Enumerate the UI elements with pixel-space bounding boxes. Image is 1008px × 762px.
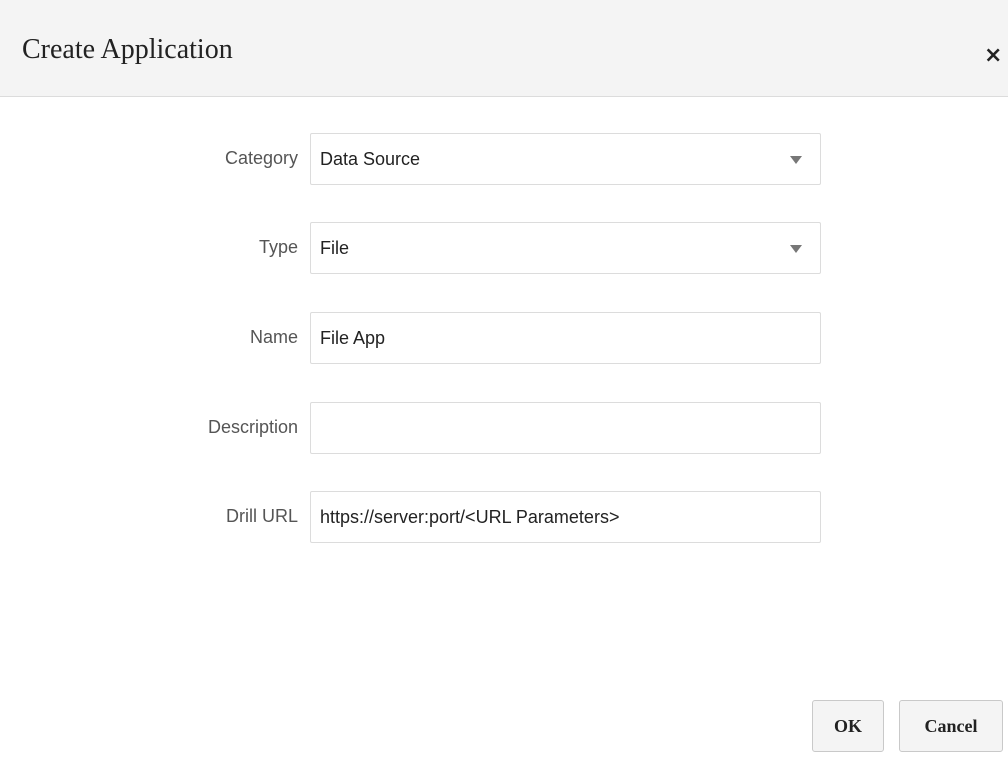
ok-button[interactable]: OK — [812, 700, 884, 752]
category-value: Data Source — [320, 149, 421, 169]
type-value: File — [320, 238, 350, 258]
drill-url-row: Drill URL — [0, 491, 1008, 543]
dialog-header: Create Application × — [0, 0, 1008, 97]
create-application-dialog: Create Application × Category Data Sourc… — [0, 0, 1008, 762]
type-row: Type File — [0, 222, 1008, 274]
name-input[interactable] — [310, 312, 821, 364]
chevron-down-icon — [790, 156, 802, 164]
category-row: Category Data Source — [0, 133, 1008, 185]
description-label: Description — [207, 417, 298, 437]
category-label: Category — [224, 148, 298, 168]
drill-url-label: Drill URL — [226, 506, 298, 526]
cancel-button[interactable]: Cancel — [899, 700, 1003, 752]
description-row: Description — [0, 402, 1008, 454]
close-icon[interactable]: × — [984, 44, 1008, 68]
name-label: Name — [249, 327, 298, 347]
dialog-title: Create Application — [22, 34, 233, 65]
type-select[interactable]: File — [310, 222, 821, 274]
drill-url-input[interactable] — [310, 491, 821, 543]
type-label: Type — [258, 237, 298, 257]
name-row: Name — [0, 312, 1008, 364]
chevron-down-icon — [790, 245, 802, 253]
category-select[interactable]: Data Source — [310, 133, 821, 185]
description-input[interactable] — [310, 402, 821, 454]
